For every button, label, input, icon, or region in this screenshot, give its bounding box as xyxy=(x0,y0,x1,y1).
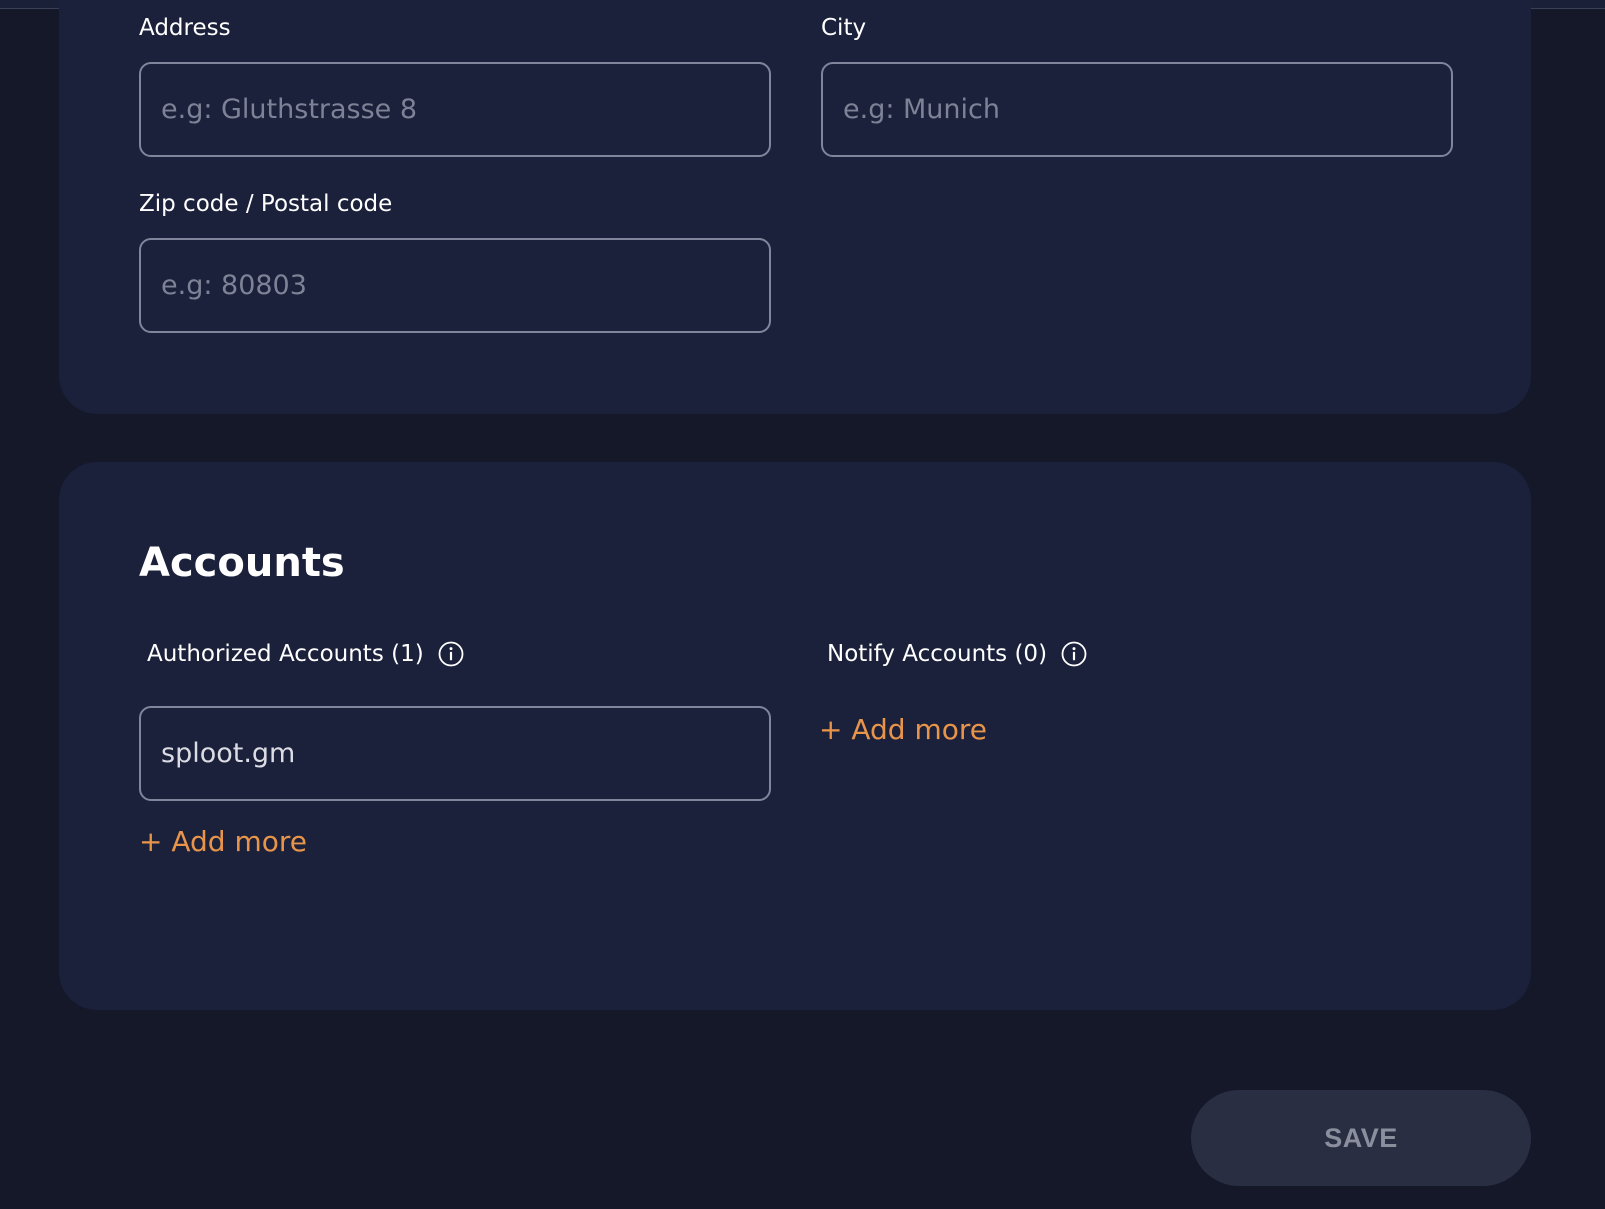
city-input[interactable] xyxy=(821,62,1453,157)
authorized-accounts-header: Authorized Accounts (1) xyxy=(147,641,464,667)
zip-code-label: Zip code / Postal code xyxy=(139,191,393,217)
info-circle-icon[interactable] xyxy=(1061,641,1087,667)
notify-accounts-header: Notify Accounts (0) xyxy=(827,641,1087,667)
authorized-accounts-label: Authorized Accounts (1) xyxy=(147,641,424,667)
city-label: City xyxy=(821,15,867,41)
info-circle-icon[interactable] xyxy=(438,641,464,667)
address-label: Address xyxy=(139,15,231,41)
notify-add-more-link[interactable]: + Add more xyxy=(819,713,987,746)
notify-accounts-label: Notify Accounts (0) xyxy=(827,641,1048,667)
save-button[interactable]: SAVE xyxy=(1191,1090,1531,1186)
authorized-add-more-link[interactable]: + Add more xyxy=(139,825,307,858)
accounts-section-title: Accounts xyxy=(139,540,345,586)
address-input[interactable] xyxy=(139,62,771,157)
authorized-account-input[interactable] xyxy=(139,706,771,801)
zip-code-input[interactable] xyxy=(139,238,771,333)
